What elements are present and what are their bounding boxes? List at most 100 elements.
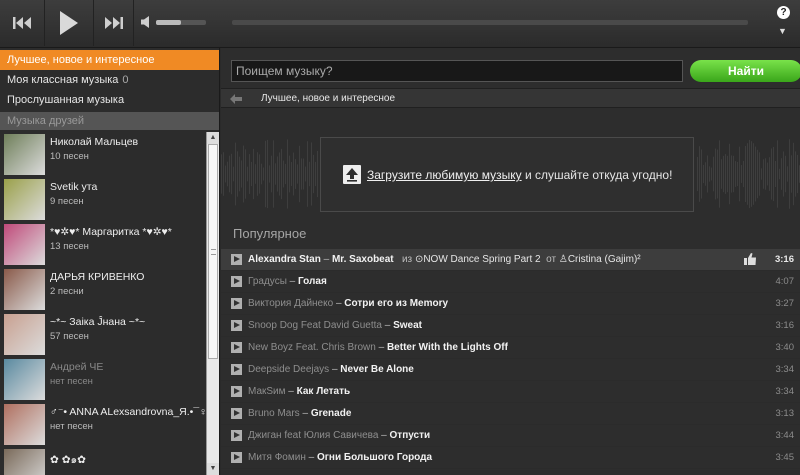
friend-item[interactable]: Николай Мальцев 10 песен — [0, 132, 205, 177]
avatar[interactable] — [4, 134, 45, 175]
like-icon[interactable] — [743, 252, 757, 266]
friend-name[interactable]: Svetik ута — [50, 181, 97, 193]
track-row[interactable]: МакSим – Как Летать 3:34 — [221, 381, 800, 403]
track-row[interactable]: Deepside Deejays – Never Be Alone 3:34 — [221, 359, 800, 381]
track-play-icon[interactable] — [231, 276, 242, 287]
next-track-icon — [104, 17, 123, 29]
waveform-bar — [247, 166, 248, 182]
track-artist[interactable]: Джиган feat Юлия Савичева — [248, 430, 378, 441]
waveform-bar — [265, 140, 266, 208]
track-artist[interactable]: МакSим — [248, 386, 286, 397]
scroll-up-arrow-icon[interactable]: ▲ — [207, 132, 219, 144]
track-row[interactable]: Виктория Дайнеко – Сотри его из Memory 3:… — [221, 293, 800, 315]
track-artist[interactable]: Alexandra Stan — [248, 254, 321, 265]
avatar[interactable] — [4, 404, 45, 445]
search-button[interactable]: Найти — [690, 60, 800, 82]
avatar[interactable] — [4, 269, 45, 310]
track-title[interactable]: Never Be Alone — [340, 364, 414, 375]
waveform-bar — [727, 155, 728, 193]
friend-name[interactable]: ♂⁻• ANNA ALexsandrovna_Я.•¯♀_☿ — [50, 406, 205, 418]
track-title[interactable]: Better With the Lights Off — [387, 342, 508, 353]
track-row[interactable]: Snoop Dog Feat David Guetta – Sweat 3:16 — [221, 315, 800, 337]
avatar[interactable] — [4, 224, 45, 265]
track-progress-bar[interactable] — [232, 20, 748, 25]
track-text: New Boyz Feat. Chris Brown – Better With… — [248, 337, 508, 359]
avatar[interactable] — [4, 314, 45, 355]
track-play-icon[interactable] — [231, 430, 242, 441]
previous-track-icon — [13, 17, 31, 29]
track-artist[interactable]: Deepside Deejays — [248, 364, 329, 375]
track-album[interactable]: NOW Dance Spring Part 2 — [423, 254, 540, 265]
waveform-bar — [283, 160, 284, 188]
nav-item-my-music[interactable]: Моя классная музыка 0 — [0, 70, 219, 90]
upload-icon[interactable] — [343, 165, 361, 184]
friend-name[interactable]: ДАРЬЯ КРИВЕНКО — [50, 271, 144, 283]
friends-scrollbar[interactable]: ▲ ▼ — [206, 132, 219, 475]
track-play-icon[interactable] — [231, 320, 242, 331]
track-title[interactable]: Sweat — [393, 320, 422, 331]
next-track-button[interactable] — [94, 0, 134, 46]
friend-item[interactable]: Андрей ЧЕ нет песен — [0, 357, 205, 402]
track-separator: – — [305, 452, 317, 463]
track-title[interactable]: Как Летать — [297, 386, 351, 397]
track-play-icon[interactable] — [231, 452, 242, 463]
friend-name[interactable]: ✿ ✿๑✿ — [50, 451, 86, 468]
track-play-icon[interactable] — [231, 298, 242, 309]
track-title[interactable]: Сотри его из Memory — [344, 298, 448, 309]
track-artist[interactable]: Bruno Mars — [248, 408, 300, 419]
track-artist[interactable]: Виктория Дайнеко — [248, 298, 333, 309]
friend-item[interactable]: ДАРЬЯ КРИВЕНКО 2 песни — [0, 267, 205, 312]
friend-item[interactable]: Svetik ута 9 песен — [0, 177, 205, 222]
play-button[interactable] — [44, 0, 94, 46]
track-artist[interactable]: Snoop Dog Feat David Guetta — [248, 320, 382, 331]
track-play-icon[interactable] — [231, 408, 242, 419]
friend-item[interactable]: ♂⁻• ANNA ALexsandrovna_Я.•¯♀_☿ нет песен — [0, 402, 205, 447]
nav-item-best-new[interactable]: Лучшее, новое и интересное — [0, 50, 219, 70]
friend-item[interactable]: *♥✲♥* Маргаритка *♥✲♥* 13 песен — [0, 222, 205, 267]
waveform-bar — [725, 154, 726, 194]
track-play-icon[interactable] — [231, 342, 242, 353]
track-title[interactable]: Mr. Saxobeat — [332, 254, 394, 265]
friend-name[interactable]: Николай Мальцев — [50, 136, 138, 148]
track-title[interactable]: Grenade — [311, 408, 352, 419]
track-row[interactable]: Bruno Mars – Grenade 3:13 — [221, 403, 800, 425]
nav-item-listened-music[interactable]: Прослушанная музыка — [0, 90, 219, 110]
track-row[interactable]: Митя Фомин – Огни Большого Города 3:45 — [221, 447, 800, 469]
track-row[interactable]: Джиган feat Юлия Савичева – Отпусти 3:44 — [221, 425, 800, 447]
back-arrow-icon[interactable] — [230, 94, 242, 104]
track-row[interactable]: Градусы – Голая 4:07 — [221, 271, 800, 293]
waveform-bar — [289, 155, 290, 193]
speaker-icon[interactable] — [140, 15, 152, 29]
avatar[interactable] — [4, 359, 45, 400]
avatar[interactable] — [4, 179, 45, 220]
waveform-bar — [707, 155, 708, 193]
scrollbar-thumb[interactable] — [208, 144, 218, 359]
search-input[interactable] — [231, 60, 683, 82]
track-artist[interactable]: Митя Фомин — [248, 452, 306, 463]
track-artist[interactable]: New Boyz Feat. Chris Brown — [248, 342, 376, 353]
track-play-icon[interactable] — [231, 254, 242, 265]
waveform-bar — [783, 151, 784, 197]
friend-item[interactable]: ✿ ✿๑✿ — [0, 447, 205, 475]
collapse-icon[interactable]: ▼ — [778, 26, 787, 36]
track-title[interactable]: Голая — [298, 276, 327, 287]
previous-track-button[interactable] — [0, 0, 44, 46]
friend-name[interactable]: ~*~ Заiка Ĵнана ~*~ — [50, 316, 145, 328]
friend-name[interactable]: *♥✲♥* Маргаритка *♥✲♥* — [50, 226, 172, 238]
track-play-icon[interactable] — [231, 364, 242, 375]
waveform-bar — [269, 165, 270, 183]
track-title[interactable]: Отпусти — [390, 430, 431, 441]
upload-link[interactable]: Загрузите любимую музыку — [367, 168, 522, 182]
track-artist[interactable]: Градусы — [248, 276, 287, 287]
avatar[interactable] — [4, 449, 45, 475]
scroll-down-arrow-icon[interactable]: ▼ — [207, 463, 219, 475]
track-row[interactable]: New Boyz Feat. Chris Brown – Better With… — [221, 337, 800, 359]
track-play-icon[interactable] — [231, 386, 242, 397]
track-title[interactable]: Огни Большого Города — [317, 452, 432, 463]
track-row[interactable]: Alexandra Stan – Mr. Saxobeat из ⊙NOW Da… — [221, 249, 800, 271]
friend-name[interactable]: Андрей ЧЕ — [50, 361, 103, 373]
track-uploader[interactable]: Cristina (Gajim)² — [568, 254, 641, 265]
help-icon[interactable]: ? — [777, 6, 790, 19]
friend-item[interactable]: ~*~ Заiка Ĵнана ~*~ 57 песен — [0, 312, 205, 357]
volume-slider[interactable] — [156, 20, 206, 25]
